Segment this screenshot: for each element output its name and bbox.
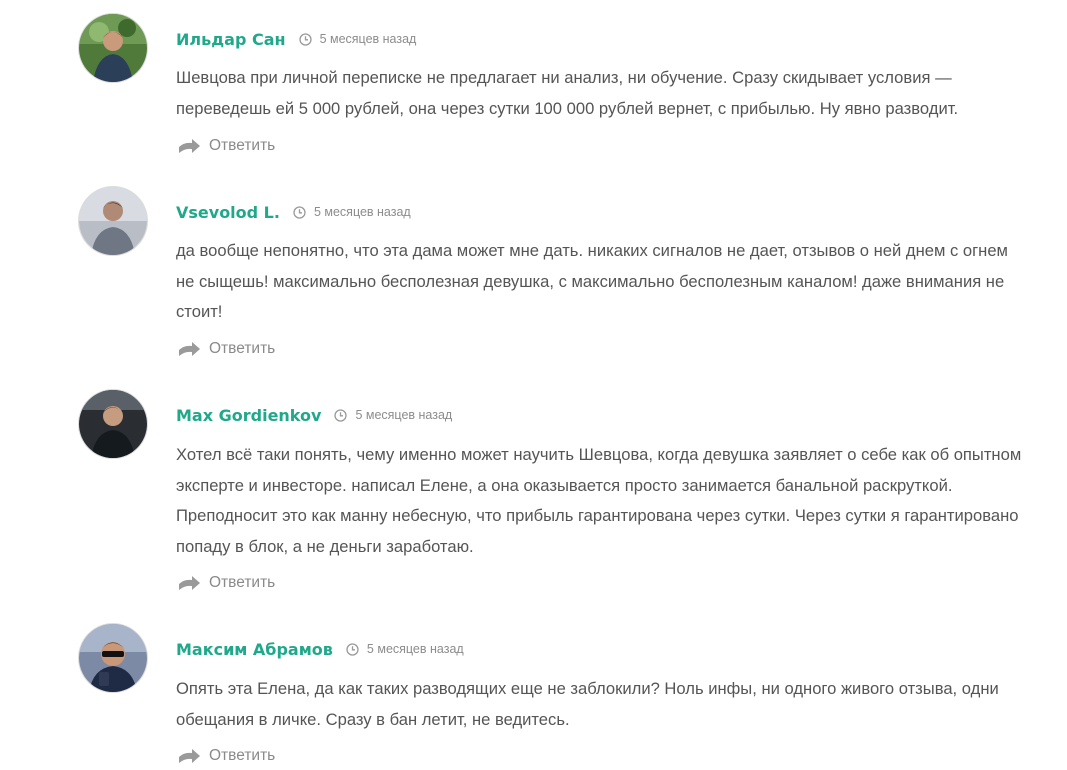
- comment-header: Ильдар Сан 5 месяцев назад: [176, 28, 416, 50]
- avatar[interactable]: [79, 187, 147, 255]
- comment-time: 5 месяцев назад: [313, 205, 411, 219]
- clock-icon: [346, 642, 359, 656]
- comment-time: 5 месяцев назад: [355, 408, 453, 422]
- reply-arrow-icon: [178, 138, 201, 155]
- comment-time: 5 месяцев назад: [319, 32, 417, 46]
- comment-meta: 5 месяцев назад: [334, 408, 452, 422]
- reply-arrow-icon: [178, 748, 201, 765]
- author-link[interactable]: Max Gordienkov: [176, 406, 321, 425]
- reply-arrow-icon: [178, 341, 201, 358]
- comment-header: Max Gordienkov 5 месяцев назад: [176, 404, 452, 426]
- reply-label: Ответить: [209, 574, 276, 591]
- reply-label: Ответить: [209, 747, 276, 764]
- comment-text: Хотел всё таки понять, чему именно может…: [176, 445, 1022, 556]
- avatar[interactable]: [79, 14, 147, 82]
- reply-button[interactable]: Ответить: [178, 572, 275, 594]
- clock-icon: [334, 408, 348, 422]
- reply-arrow-icon: [178, 575, 201, 592]
- comment-text: Шевцова при личной переписке не предлага…: [176, 68, 959, 118]
- reply-button[interactable]: Ответить: [178, 135, 275, 157]
- author-link[interactable]: Ильдар Сан: [176, 30, 286, 49]
- reply-button[interactable]: Ответить: [178, 745, 275, 767]
- reply-label: Ответить: [209, 137, 276, 154]
- reply-label: Ответить: [209, 340, 276, 357]
- comment-text: да вообще непонятно, что эта дама может …: [176, 241, 1008, 321]
- comment-time: 5 месяцев назад: [366, 642, 464, 656]
- clock-icon: [293, 205, 306, 219]
- comment-header: Vsevolod L. 5 месяцев назад: [176, 201, 411, 223]
- comment-header: Максим Абрамов 5 месяцев назад: [176, 638, 464, 660]
- comment-meta: 5 месяцев назад: [293, 205, 411, 219]
- author-link[interactable]: Максим Абрамов: [176, 640, 333, 659]
- comment-meta: 5 месяцев назад: [346, 642, 464, 656]
- comment-meta: 5 месяцев назад: [298, 32, 417, 46]
- clock-icon: [298, 32, 312, 46]
- reply-button[interactable]: Ответить: [178, 338, 275, 360]
- author-link[interactable]: Vsevolod L.: [176, 203, 280, 222]
- avatar[interactable]: [79, 624, 147, 692]
- comment-text: Опять эта Елена, да как таких разводящих…: [176, 679, 999, 729]
- avatar[interactable]: [79, 390, 147, 458]
